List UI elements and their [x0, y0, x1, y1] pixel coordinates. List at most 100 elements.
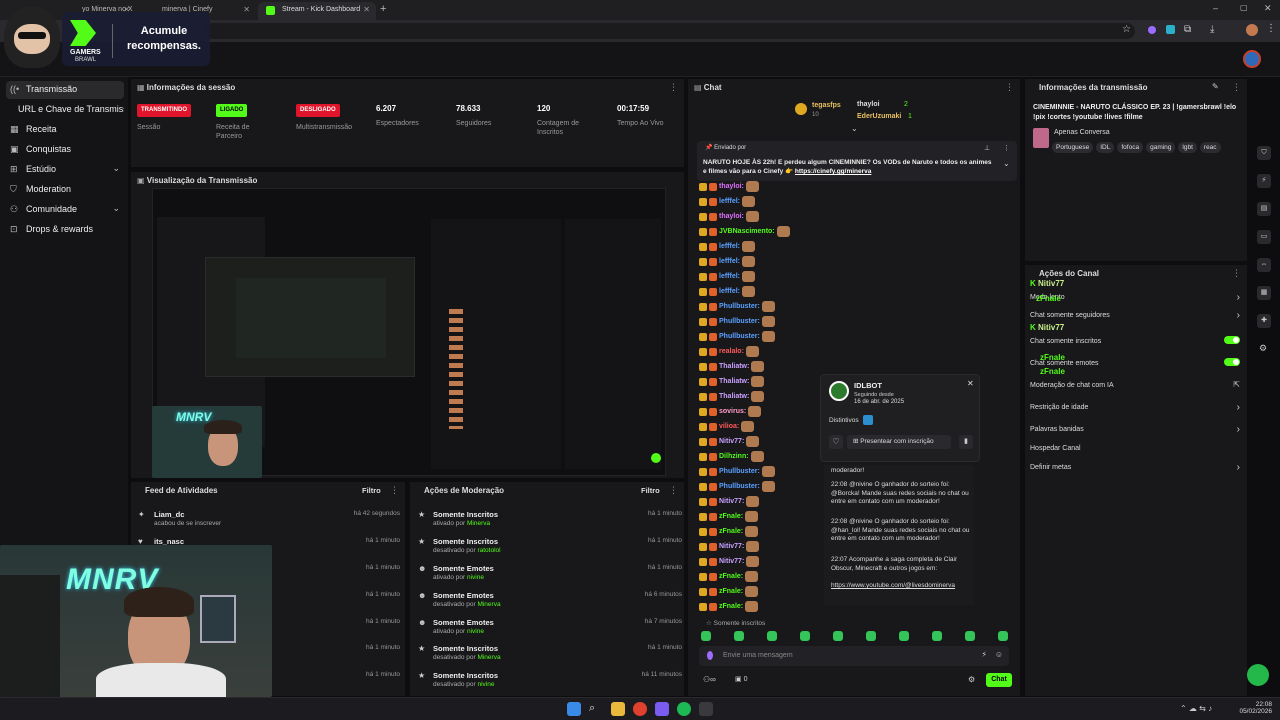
- settings-icon[interactable]: ⚙: [1259, 343, 1267, 354]
- app-icon[interactable]: [655, 702, 669, 716]
- app-icon[interactable]: [699, 702, 713, 716]
- chat-username[interactable]: thayloi:: [719, 213, 744, 220]
- chat-username[interactable]: Nitiv77:: [719, 438, 744, 445]
- spotify-icon[interactable]: [677, 702, 691, 716]
- chat-username[interactable]: Thaliatw:: [719, 378, 749, 385]
- chat-tool-icon[interactable]: ▭: [1257, 230, 1271, 244]
- chat-username[interactable]: lefffel:: [719, 243, 740, 250]
- chat-username[interactable]: Phullbuster:: [719, 303, 760, 310]
- close-icon[interactable]: ✕: [363, 5, 370, 14]
- quick-emote-icon[interactable]: [932, 631, 942, 641]
- quick-emote-icon[interactable]: [767, 631, 777, 641]
- action-host-channel[interactable]: Hospedar Canal: [1030, 445, 1240, 452]
- sidebar-item-comunidade[interactable]: ⚇ Comunidade ⌄: [6, 201, 124, 219]
- chat-username[interactable]: Nitiv77:: [719, 558, 744, 565]
- filter-button[interactable]: Filtro: [362, 486, 381, 495]
- mod-user[interactable]: nivine: [477, 681, 494, 688]
- menu-kebab-icon[interactable]: ⋮: [1003, 144, 1010, 152]
- chat-username[interactable]: Nitiv77:: [719, 543, 744, 550]
- wrench-tool-icon[interactable]: ✚: [1257, 314, 1271, 328]
- puzzle-icon[interactable]: ⧉: [1184, 24, 1191, 35]
- mod-user[interactable]: ratotolol: [477, 547, 500, 554]
- sidebar-item-drops[interactable]: ⊡ Drops & rewards: [6, 221, 124, 239]
- emoji-icon[interactable]: ☺: [995, 650, 1003, 659]
- link-tool-icon[interactable]: ⇔: [1257, 258, 1271, 272]
- tag[interactable]: Portuguese: [1052, 142, 1094, 153]
- extension-icon[interactable]: [1166, 25, 1175, 34]
- chat-username[interactable]: lefffel:: [719, 198, 740, 205]
- tag[interactable]: fofoca: [1117, 142, 1144, 153]
- chat-username[interactable]: Thaliatw:: [719, 393, 749, 400]
- chat-username[interactable]: zFnale:: [719, 573, 743, 580]
- sidebar-item-transmissao[interactable]: ((• Transmissão: [6, 81, 124, 99]
- sidebar-item-estudio[interactable]: ⊞ Estúdio ⌄: [6, 161, 124, 179]
- sidebar-item-url-key[interactable]: URL e Chave de Transmissão: [6, 101, 124, 119]
- edit-pencil-icon[interactable]: ✎: [1212, 82, 1219, 91]
- chat-username[interactable]: Phullbuster:: [719, 318, 760, 325]
- chat-username[interactable]: Phullbuster:: [719, 483, 760, 490]
- chat-username[interactable]: sovirus:: [719, 408, 746, 415]
- tray-icons[interactable]: ⌃ ☁ ⇆ ♪: [1180, 704, 1212, 713]
- sidebar-item-conquistas[interactable]: ▣ Conquistas: [6, 141, 124, 159]
- file-explorer-icon[interactable]: [611, 702, 625, 716]
- chevron-down-icon[interactable]: ⌄: [1003, 159, 1010, 168]
- filter-button[interactable]: Filtro: [641, 486, 660, 495]
- action-banned-words[interactable]: Palavras banidas ›: [1030, 424, 1240, 435]
- shield-tool-icon[interactable]: ⛉: [1257, 146, 1271, 160]
- chrome-icon[interactable]: [633, 702, 647, 716]
- chat-username[interactable]: lefffel:: [719, 288, 740, 295]
- quick-emote-icon[interactable]: [998, 631, 1008, 641]
- download-icon[interactable]: ⤓: [1210, 24, 1214, 35]
- gift-sub-button[interactable]: ⊞ Presentear com inscrição: [847, 435, 951, 449]
- settings-gear-icon[interactable]: ⚙: [968, 675, 975, 684]
- quick-emote-icon[interactable]: [965, 631, 975, 641]
- mod-user[interactable]: nivine: [467, 628, 484, 635]
- feed-user[interactable]: Liam_dc: [154, 510, 184, 519]
- tag[interactable]: lgbt: [1178, 142, 1197, 153]
- action-set-goals[interactable]: Definir metas ›: [1030, 462, 1240, 473]
- chat-username[interactable]: JVBNascimento:: [719, 228, 775, 235]
- unpin-icon[interactable]: ⊥: [984, 144, 990, 152]
- menu-kebab-icon[interactable]: ⋮: [1232, 82, 1241, 93]
- menu-kebab-icon[interactable]: ⋮: [1232, 268, 1241, 279]
- clock[interactable]: 22:08 05/02/2026: [1238, 701, 1272, 715]
- close-icon[interactable]: ✕: [967, 379, 974, 388]
- kick-emote-icon[interactable]: ⚡: [981, 650, 987, 659]
- chat-username[interactable]: zFnale:: [719, 603, 743, 610]
- chat-username[interactable]: Phullbuster:: [719, 468, 760, 475]
- mod-user[interactable]: Minerva: [477, 654, 500, 661]
- quick-emote-icon[interactable]: [899, 631, 909, 641]
- tab-kick-dashboard[interactable]: Stream - Kick Dashboard ✕: [258, 2, 376, 20]
- floating-chat-button[interactable]: [1247, 664, 1269, 686]
- tag[interactable]: IDL: [1096, 142, 1115, 153]
- mod-user[interactable]: nivine: [467, 574, 484, 581]
- chat-username[interactable]: vilioa:: [719, 423, 739, 430]
- user-card-link[interactable]: https://www.youtube.com/@livesdominerva: [831, 582, 971, 591]
- toggle-switch[interactable]: [1224, 336, 1240, 344]
- quick-emote-icon[interactable]: [734, 631, 744, 641]
- leader-name[interactable]: EderUzumaki: [857, 113, 901, 120]
- user-avatar[interactable]: [1243, 50, 1261, 68]
- bolt-tool-icon[interactable]: ⚡: [1257, 174, 1271, 188]
- follow-heart-button[interactable]: ♡: [829, 435, 843, 449]
- sidebar-item-receita[interactable]: ▦ Receita: [6, 121, 124, 139]
- minimize-icon[interactable]: –: [1213, 3, 1218, 13]
- more-button[interactable]: ▮: [959, 435, 973, 449]
- category-name[interactable]: Apenas Conversa: [1054, 129, 1110, 136]
- new-tab-icon[interactable]: +: [380, 3, 386, 15]
- send-chat-button[interactable]: Chat: [986, 673, 1012, 687]
- chat-username[interactable]: zFnale:: [719, 513, 743, 520]
- close-icon[interactable]: ✕: [243, 5, 250, 14]
- layout-tool-icon[interactable]: ▦: [1257, 286, 1271, 300]
- quick-emote-icon[interactable]: [866, 631, 876, 641]
- sidebar-item-moderation[interactable]: ⛉ Moderation: [6, 181, 124, 199]
- tag[interactable]: reac: [1199, 142, 1221, 153]
- url-field[interactable]: [205, 23, 1135, 39]
- emote-picker-icon[interactable]: [707, 651, 713, 660]
- chat-username[interactable]: Dilhzinn:: [719, 453, 749, 460]
- clipboard-tool-icon[interactable]: ▤: [1257, 202, 1271, 216]
- pinned-link[interactable]: https://cinefy.gg/minerva: [795, 168, 871, 175]
- search-icon[interactable]: ⌕: [589, 702, 603, 716]
- chat-username[interactable]: zFnale:: [719, 588, 743, 595]
- community-icon[interactable]: ⚇∞: [703, 675, 716, 684]
